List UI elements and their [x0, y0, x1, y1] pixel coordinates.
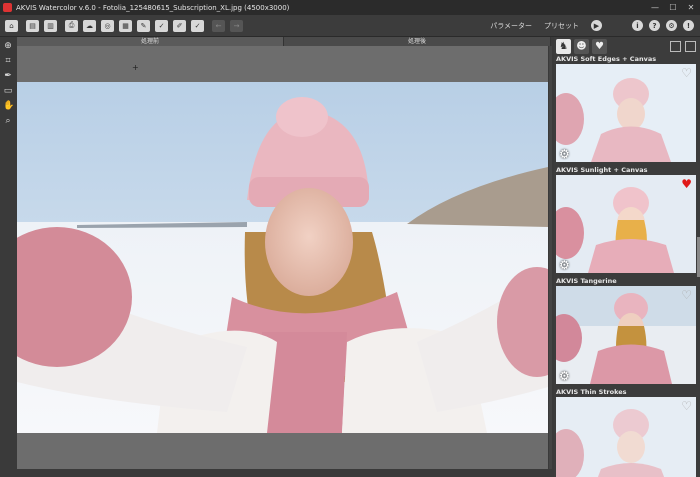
crosshair-cursor-icon: +: [132, 63, 139, 72]
stroke-icon[interactable]: ✓: [191, 19, 204, 32]
list-view-icon[interactable]: [670, 40, 681, 52]
tools-bar: ⊕ ⌗ ✒ ▭ ✋ ⌕: [0, 37, 16, 477]
hand-icon[interactable]: ✋: [3, 101, 14, 111]
window-title: AKVIS Watercolor v.6.0 - Fotolia_1254806…: [16, 3, 290, 12]
preset-item[interactable]: AKVIS Tangerine ♡ ⚙: [556, 277, 696, 384]
news-icon[interactable]: !: [683, 20, 694, 31]
share-icon[interactable]: ☁: [83, 19, 96, 32]
view-tabs: 処理前 処理後: [17, 37, 551, 46]
title-bar: AKVIS Watercolor v.6.0 - Fotolia_1254806…: [0, 0, 700, 15]
preset-thumbnail[interactable]: ♡ ⚙: [556, 64, 696, 162]
preset-name: AKVIS Soft Edges + Canvas: [556, 55, 657, 63]
canvas-scrollbar[interactable]: [549, 46, 552, 469]
print-icon[interactable]: ⎙: [65, 19, 78, 32]
home-icon[interactable]: ⌂: [5, 19, 18, 32]
open-file-icon[interactable]: ▤: [26, 19, 39, 32]
grid-view-icon[interactable]: [685, 40, 696, 52]
preset-item[interactable]: AKVIS Soft Edges + Canvas ♡ ⚙: [556, 55, 696, 162]
edit-icon[interactable]: ✐: [173, 19, 186, 32]
save-file-icon[interactable]: ▥: [44, 19, 57, 32]
undo-icon[interactable]: ←: [212, 19, 225, 32]
presets-panel: ♞ ☻ ♥ AKVIS Soft Edges + Canvas ♡ ⚙ AKVI…: [554, 37, 700, 477]
preferences-icon[interactable]: ✎: [137, 19, 150, 32]
preset-name: AKVIS Thin Strokes: [556, 388, 627, 396]
preview-window-icon[interactable]: ⊕: [3, 41, 13, 51]
crop-icon[interactable]: ⌗: [3, 56, 13, 66]
preset-item[interactable]: AKVIS Thin Strokes ♡ ⚙: [556, 388, 696, 477]
app-logo-icon: [3, 3, 12, 12]
akvis-presets-tab-icon[interactable]: ♞: [556, 38, 571, 54]
favorites-tab-icon[interactable]: ♥: [592, 38, 607, 54]
preset-settings-gear-icon[interactable]: ⚙: [559, 259, 570, 271]
preset-settings-gear-icon[interactable]: ⚙: [559, 148, 570, 160]
tab-after[interactable]: 処理後: [284, 37, 551, 46]
main-toolbar: ⌂ ▤ ▥ ⎙ ☁ ◎ ▦ ✎ ✓ ✐ ✓ ← → パラメーター プリセット ▶…: [0, 15, 700, 37]
favorite-heart-icon[interactable]: ♥: [681, 178, 692, 190]
tab-before[interactable]: 処理前: [17, 37, 284, 46]
canvas-icon[interactable]: ▦: [119, 19, 132, 32]
preset-item[interactable]: AKVIS Sunlight + Canvas ♥ ⚙: [556, 166, 696, 273]
favorite-heart-icon[interactable]: ♡: [681, 400, 692, 412]
info-icon[interactable]: i: [632, 20, 643, 31]
close-button[interactable]: ✕: [682, 3, 700, 12]
batch-icon[interactable]: ◎: [101, 19, 114, 32]
favorite-heart-icon[interactable]: ♡: [681, 67, 692, 79]
favorite-heart-icon[interactable]: ♡: [681, 289, 692, 301]
preset-thumbnail[interactable]: ♡ ⚙: [556, 397, 696, 477]
preset-thumbnail[interactable]: ♡ ⚙: [556, 286, 696, 384]
presets-link[interactable]: プリセット: [544, 21, 579, 31]
photo-image: [17, 82, 548, 433]
minimize-button[interactable]: —: [646, 3, 664, 12]
image-canvas[interactable]: +: [17, 46, 548, 469]
preset-settings-gear-icon[interactable]: ⚙: [559, 370, 570, 382]
preset-name: AKVIS Sunlight + Canvas: [556, 166, 648, 174]
preset-name: AKVIS Tangerine: [556, 277, 617, 285]
user-presets-tab-icon[interactable]: ☻: [574, 38, 589, 54]
eraser-icon[interactable]: ▭: [3, 86, 13, 96]
maximize-button[interactable]: ☐: [664, 3, 682, 12]
parameters-link[interactable]: パラメーター: [490, 21, 532, 31]
redo-icon[interactable]: →: [230, 19, 243, 32]
help-icon[interactable]: ?: [649, 20, 660, 31]
apply-icon[interactable]: ✓: [155, 19, 168, 32]
settings-icon[interactable]: ⚙: [666, 20, 677, 31]
run-icon[interactable]: ▶: [591, 20, 602, 31]
zoom-icon[interactable]: ⌕: [3, 116, 13, 126]
preset-thumbnail[interactable]: ♥ ⚙: [556, 175, 696, 273]
dropper-icon[interactable]: ✒: [3, 71, 13, 81]
